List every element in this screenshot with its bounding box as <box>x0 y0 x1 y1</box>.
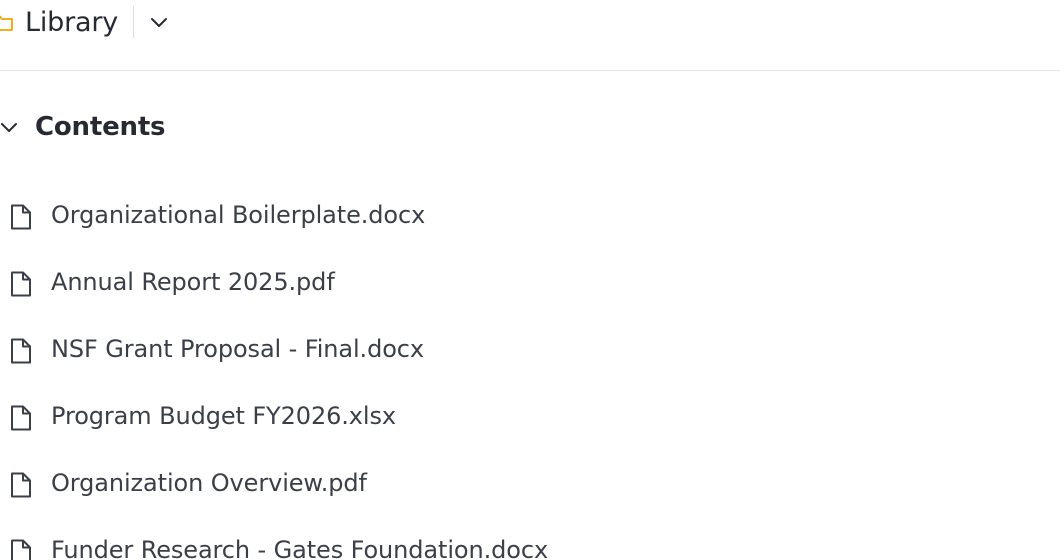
folder-icon <box>0 13 14 33</box>
file-name: NSF Grant Proposal - Final.docx <box>51 335 424 363</box>
contents-collapse-toggle[interactable] <box>0 114 22 140</box>
library-panel: Library Contents Organizational Boilerpl… <box>0 0 1060 560</box>
file-name: Organization Overview.pdf <box>51 469 367 497</box>
file-list-item[interactable]: Organization Overview.pdf <box>0 450 1060 517</box>
file-list-item[interactable]: Organizational Boilerplate.docx <box>0 182 1060 249</box>
file-list-item[interactable]: Program Budget FY2026.xlsx <box>0 383 1060 450</box>
file-list-item[interactable]: NSF Grant Proposal - Final.docx <box>0 316 1060 383</box>
file-name: Annual Report 2025.pdf <box>51 268 335 296</box>
library-title: Library <box>25 7 119 38</box>
file-list: Organizational Boilerplate.docx Annual R… <box>0 182 1060 560</box>
library-header: Library <box>0 0 1060 71</box>
file-name: Program Budget FY2026.xlsx <box>51 402 396 430</box>
file-icon <box>8 538 34 560</box>
header-divider <box>133 6 134 38</box>
file-name: Funder Research - Gates Foundation.docx <box>51 536 549 560</box>
file-list-item[interactable]: Annual Report 2025.pdf <box>0 249 1060 316</box>
file-icon <box>8 404 34 432</box>
file-icon <box>8 270 34 298</box>
file-icon <box>8 471 34 499</box>
chevron-down-icon[interactable] <box>147 10 171 34</box>
file-list-item[interactable]: Funder Research - Gates Foundation.docx <box>0 517 1060 560</box>
file-icon <box>8 337 34 365</box>
contents-section-title: Contents <box>35 112 166 142</box>
file-icon <box>8 203 34 231</box>
file-name: Organizational Boilerplate.docx <box>51 201 426 229</box>
